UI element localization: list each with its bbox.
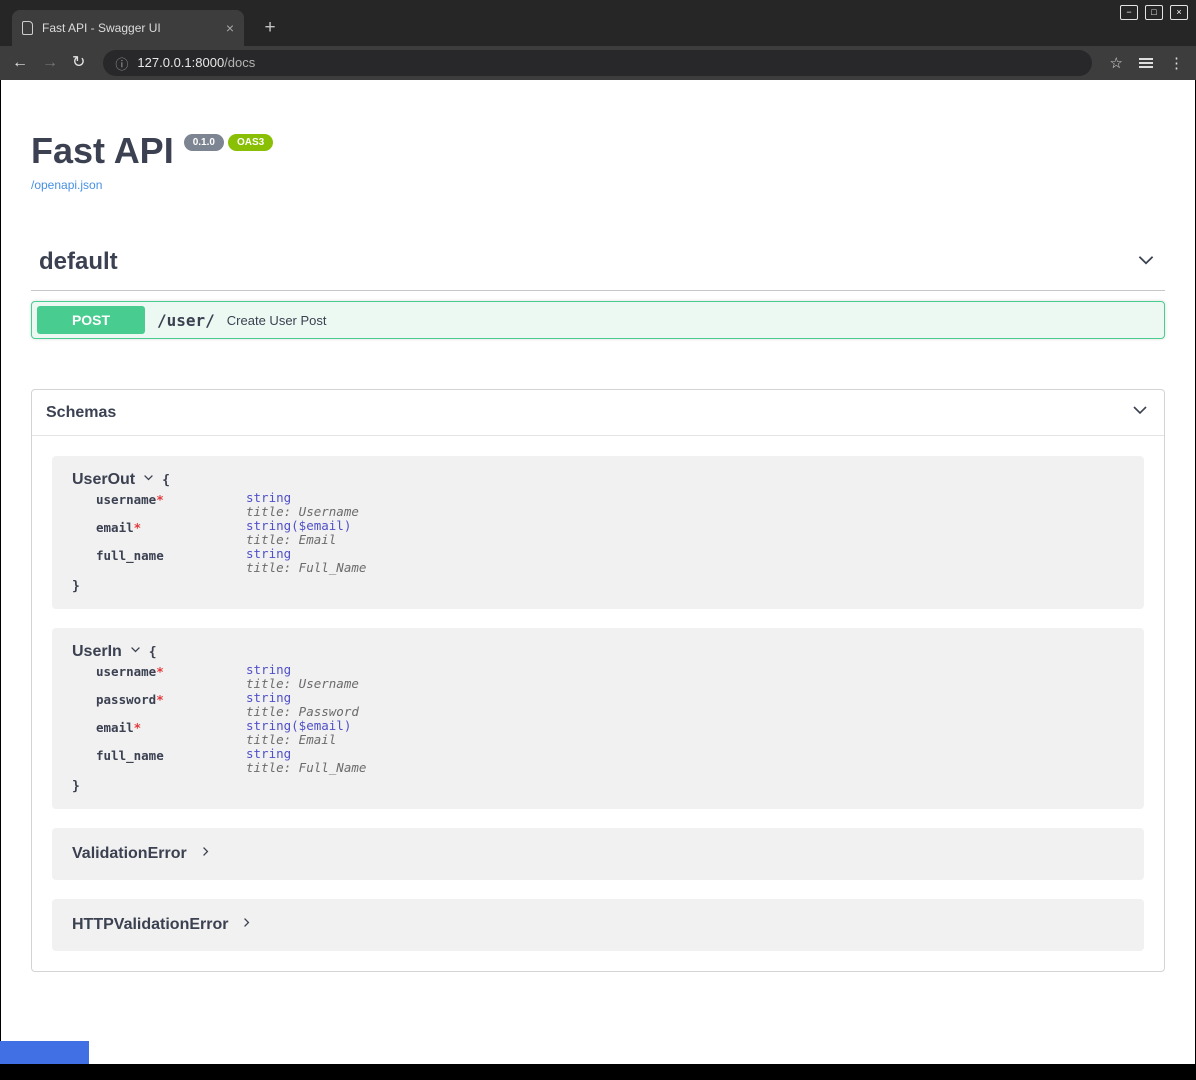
property-type: string bbox=[246, 663, 366, 677]
property-name: email bbox=[96, 720, 134, 735]
back-icon[interactable]: ← bbox=[12, 55, 28, 71]
property-name: username bbox=[96, 492, 156, 507]
required-asterisk: * bbox=[156, 692, 164, 707]
open-brace: { bbox=[162, 473, 170, 488]
chevron-down-icon[interactable] bbox=[1135, 249, 1157, 276]
forward-icon: → bbox=[42, 55, 58, 71]
url-text: 127.0.0.1:8000/docs bbox=[137, 54, 255, 72]
property-name: email bbox=[96, 520, 134, 535]
chevron-right-icon[interactable] bbox=[199, 845, 212, 863]
chevron-right-icon[interactable] bbox=[240, 916, 253, 934]
tag-section-default[interactable]: default bbox=[31, 240, 1165, 291]
property-title: title: Email bbox=[246, 733, 366, 747]
schema-property-row: full_name string title: Full_Name bbox=[96, 547, 366, 575]
schema-property-row: email* string($email) title: Email bbox=[96, 519, 366, 547]
reload-icon[interactable]: ↻ bbox=[72, 55, 85, 71]
property-title: title: Full_Name bbox=[246, 561, 366, 575]
model-name: HTTPValidationError bbox=[72, 916, 228, 934]
maximize-button[interactable]: □ bbox=[1145, 5, 1163, 20]
operation-summary: Create User Post bbox=[227, 313, 327, 328]
browser-menu-icon[interactable]: ⋮ bbox=[1169, 54, 1184, 72]
window-frame-bottom bbox=[0, 1064, 1196, 1080]
close-brace: } bbox=[72, 579, 1124, 594]
model-name: ValidationError bbox=[72, 845, 187, 863]
property-title: title: Password bbox=[246, 705, 366, 719]
model-validationerror[interactable]: ValidationError bbox=[52, 828, 1144, 880]
schema-property-row: email* string($email) title: Email bbox=[96, 719, 366, 747]
extensions-icon[interactable] bbox=[1139, 62, 1153, 64]
chevron-down-icon[interactable] bbox=[1130, 400, 1150, 425]
site-info-icon[interactable]: ⓘ bbox=[115, 54, 128, 73]
model-userin: UserIn { username* string title: Usernam… bbox=[52, 628, 1144, 809]
property-name: username bbox=[96, 664, 156, 679]
url-host: 127.0.0.1:8000 bbox=[137, 55, 224, 70]
chevron-down-icon[interactable] bbox=[142, 471, 155, 489]
property-name: full_name bbox=[96, 748, 164, 763]
window-titlebar: − □ × Fast API - Swagger UI × + bbox=[0, 0, 1196, 46]
operation-path: /user/ bbox=[157, 311, 215, 330]
schemas-title: Schemas bbox=[46, 404, 116, 422]
minimize-button[interactable]: − bbox=[1120, 5, 1138, 20]
property-type: string bbox=[246, 547, 366, 561]
open-brace: { bbox=[149, 645, 157, 660]
property-type: string bbox=[246, 747, 366, 761]
property-title: title: Email bbox=[246, 533, 366, 547]
property-name: full_name bbox=[96, 548, 164, 563]
schemas-header[interactable]: Schemas bbox=[32, 390, 1164, 436]
post-method-badge: POST bbox=[37, 306, 145, 334]
required-asterisk: * bbox=[156, 492, 164, 507]
schema-property-row: password* string title: Password bbox=[96, 691, 366, 719]
close-button[interactable]: × bbox=[1170, 5, 1188, 20]
property-title: title: Full_Name bbox=[246, 761, 366, 775]
browser-tab[interactable]: Fast API - Swagger UI × bbox=[12, 10, 244, 46]
schema-property-row: full_name string title: Full_Name bbox=[96, 747, 366, 775]
property-type: string bbox=[246, 491, 366, 505]
property-title: title: Username bbox=[246, 677, 366, 691]
browser-toolbar: ← → ↻ ⓘ 127.0.0.1:8000/docs ☆ ⋮ bbox=[0, 46, 1196, 80]
post-user-operation[interactable]: POST /user/ Create User Post bbox=[31, 301, 1165, 339]
url-path: /docs bbox=[224, 55, 255, 70]
url-bar[interactable]: ⓘ 127.0.0.1:8000/docs bbox=[103, 50, 1091, 76]
required-asterisk: * bbox=[134, 520, 142, 535]
version-badge: 0.1.0 bbox=[184, 134, 224, 151]
bookmark-star-icon[interactable]: ☆ bbox=[1110, 54, 1123, 72]
page-favicon-icon bbox=[22, 21, 33, 35]
api-info-section: Fast API 0.1.0OAS3 /openapi.json bbox=[31, 80, 1165, 192]
model-userout: UserOut { username* string title: Userna… bbox=[52, 456, 1144, 609]
property-type: string($email) bbox=[246, 519, 366, 533]
schema-property-row: username* string title: Username bbox=[96, 663, 366, 691]
chevron-down-icon[interactable] bbox=[129, 643, 142, 661]
window-controls: − □ × bbox=[1120, 5, 1188, 20]
required-asterisk: * bbox=[134, 720, 142, 735]
schemas-section: Schemas UserOut { bbox=[31, 389, 1165, 972]
property-name: password bbox=[96, 692, 156, 707]
required-asterisk: * bbox=[156, 664, 164, 679]
status-bubble bbox=[0, 1041, 89, 1064]
property-type: string bbox=[246, 691, 366, 705]
tag-section-title: default bbox=[39, 248, 118, 276]
tab-close-icon[interactable]: × bbox=[226, 20, 234, 36]
schema-property-row: username* string title: Username bbox=[96, 491, 366, 519]
swagger-page: Fast API0.1.0OAS3 /openapi.json default … bbox=[1, 80, 1195, 1064]
model-httpvalidationerror[interactable]: HTTPValidationError bbox=[52, 899, 1144, 951]
tab-title: Fast API - Swagger UI bbox=[42, 21, 218, 35]
model-name: UserOut bbox=[72, 471, 135, 489]
oas3-badge: OAS3 bbox=[228, 134, 273, 151]
property-title: title: Username bbox=[246, 505, 366, 519]
model-name: UserIn bbox=[72, 643, 122, 661]
new-tab-button[interactable]: + bbox=[258, 16, 282, 40]
close-brace: } bbox=[72, 779, 1124, 794]
openapi-spec-link[interactable]: /openapi.json bbox=[31, 178, 102, 192]
page-title: Fast API bbox=[31, 130, 174, 171]
property-type: string($email) bbox=[246, 719, 366, 733]
